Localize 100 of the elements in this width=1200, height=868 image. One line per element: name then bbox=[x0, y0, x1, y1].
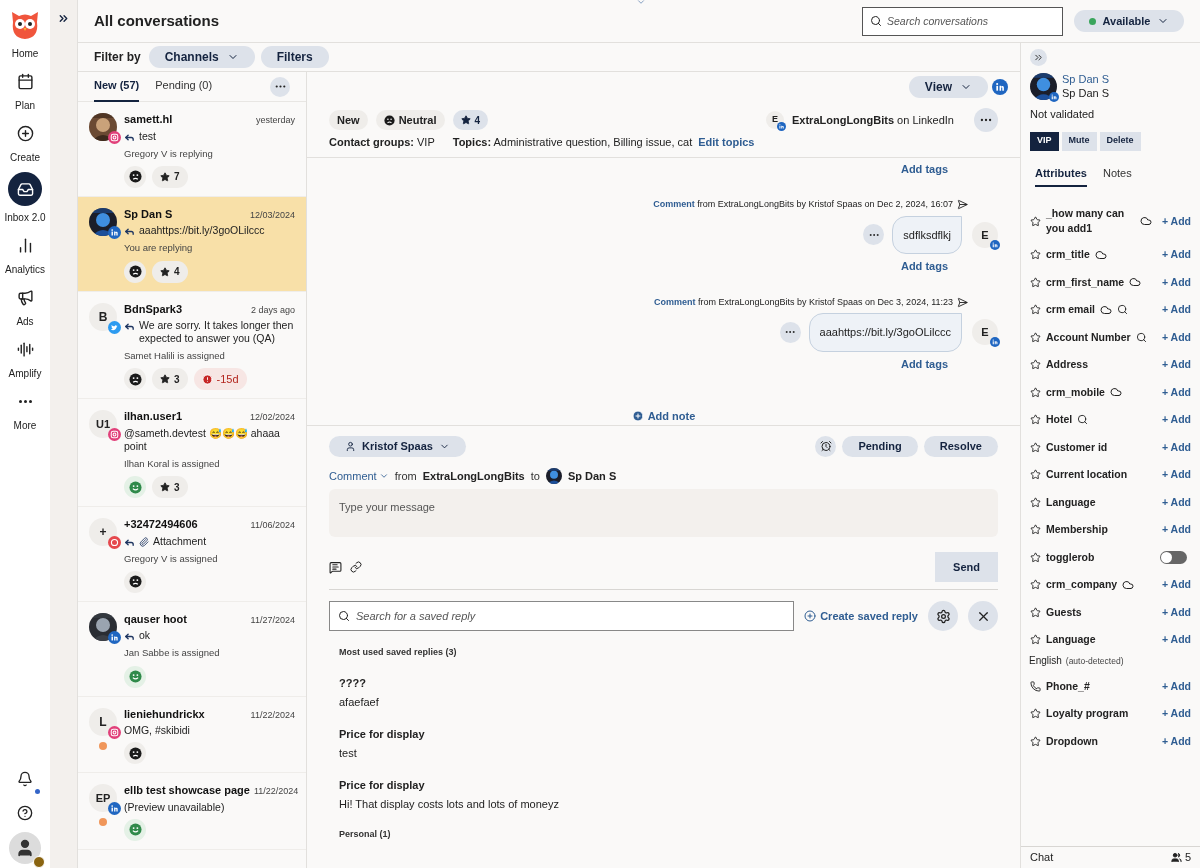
search-field[interactable]: Search conversations bbox=[862, 6, 1063, 36]
more-button[interactable] bbox=[779, 321, 801, 343]
add-attribute-button[interactable]: + Add bbox=[1161, 522, 1191, 538]
pending-button[interactable]: Pending bbox=[842, 435, 918, 457]
star-icon[interactable] bbox=[1030, 276, 1041, 288]
nav-item[interactable]: Home bbox=[0, 8, 50, 60]
filter-button[interactable]: Filters bbox=[260, 46, 329, 68]
nav-item[interactable]: More bbox=[0, 388, 50, 432]
panel-tab[interactable]: Notes bbox=[1102, 164, 1132, 187]
contact-name-link[interactable]: Sp Dan S bbox=[1062, 72, 1110, 86]
toggle-switch[interactable] bbox=[1160, 550, 1187, 564]
add-attribute-button[interactable]: + Add bbox=[1161, 247, 1191, 263]
network-badge-icon bbox=[990, 239, 1000, 250]
star-icon[interactable] bbox=[1030, 735, 1041, 747]
conversation-item[interactable]: EP ellb test showcase page 11/22/2024 (Preview unavailable) bbox=[78, 773, 306, 850]
settings-button[interactable] bbox=[928, 601, 958, 631]
add-attribute-button[interactable]: + Add bbox=[1161, 577, 1191, 593]
close-button[interactable] bbox=[968, 601, 998, 631]
star-icon[interactable] bbox=[1030, 386, 1041, 398]
conversation-item[interactable]: L lieniehundrickx 11/22/2024 OMG, #skibidi bbox=[78, 696, 306, 773]
saved-reply-item[interactable]: ???? afaefaef bbox=[339, 674, 988, 711]
star-icon bbox=[160, 374, 170, 385]
nav-item[interactable]: Analytics bbox=[0, 232, 50, 276]
panel-tab[interactable]: Attributes bbox=[1035, 164, 1087, 187]
conversation-item[interactable]: qauser hoot 11/27/2024 ok Jan Sabbe is assigned bbox=[78, 601, 306, 697]
nav-item[interactable]: Create bbox=[0, 120, 50, 164]
star-icon[interactable] bbox=[1030, 551, 1041, 563]
send-button[interactable]: Send bbox=[935, 552, 998, 582]
saved-reply-icon[interactable] bbox=[329, 560, 342, 574]
add-tags-link[interactable]: Add tags bbox=[900, 160, 948, 177]
add-attribute-button[interactable]: + Add bbox=[1161, 604, 1191, 620]
star-icon[interactable] bbox=[1030, 496, 1041, 508]
network-badge-icon bbox=[108, 802, 121, 815]
conversation-item[interactable]: + +32472494606 11/06/2024 Attachment Gregory V is assigned bbox=[78, 507, 306, 602]
star-icon[interactable] bbox=[1030, 414, 1041, 426]
create-saved-reply-link[interactable]: Create saved reply bbox=[804, 607, 918, 625]
star-icon[interactable] bbox=[1030, 359, 1041, 371]
star-icon[interactable] bbox=[1030, 606, 1041, 618]
to-label: to bbox=[530, 468, 540, 484]
add-attribute-button[interactable]: + Add bbox=[1161, 678, 1191, 694]
star-icon[interactable] bbox=[1030, 708, 1041, 720]
phone-icon bbox=[1030, 680, 1041, 692]
add-tags-link[interactable]: Add tags bbox=[900, 355, 948, 372]
contact-action-button[interactable]: VIP bbox=[1030, 131, 1059, 151]
star-icon[interactable] bbox=[1030, 441, 1041, 453]
list-tab[interactable]: New (57) bbox=[94, 72, 140, 102]
add-attribute-button[interactable]: + Add bbox=[1161, 467, 1191, 483]
more-button[interactable] bbox=[270, 76, 290, 97]
search-icon bbox=[870, 14, 882, 27]
star-icon[interactable] bbox=[1030, 634, 1041, 646]
conversation-item[interactable]: samett.hl yesterday test Gregory V is replying 7 bbox=[78, 102, 306, 197]
saved-reply-item[interactable]: Price for display test bbox=[339, 725, 988, 762]
add-attribute-button[interactable]: + Add bbox=[1161, 733, 1191, 749]
add-attribute-button[interactable]: + Add bbox=[1161, 357, 1191, 373]
contact-action-button[interactable]: Delete bbox=[1099, 131, 1141, 151]
star-icon[interactable] bbox=[1030, 304, 1041, 316]
add-attribute-button[interactable]: + Add bbox=[1161, 213, 1191, 229]
nav-item[interactable]: Ads bbox=[0, 284, 50, 328]
conversation-item[interactable]: Sp Dan S 12/03/2024 aaahttps://bit.ly/3goOLilccc You are replying 4 bbox=[78, 196, 306, 292]
add-attribute-button[interactable]: + Add bbox=[1161, 384, 1191, 400]
add-note-button[interactable]: Add note bbox=[631, 408, 696, 425]
message-input[interactable]: Type your message bbox=[329, 489, 998, 537]
add-attribute-button[interactable]: + Add bbox=[1161, 632, 1191, 648]
add-attribute-button[interactable]: + Add bbox=[1161, 706, 1191, 722]
add-attribute-button[interactable]: + Add bbox=[1161, 302, 1191, 318]
link-icon[interactable] bbox=[350, 561, 362, 573]
nav-item[interactable]: Inbox 2.0 bbox=[0, 172, 50, 224]
resolve-button[interactable]: Resolve bbox=[923, 435, 998, 457]
add-attribute-button[interactable]: + Add bbox=[1161, 329, 1191, 345]
nav-item[interactable]: Amplify bbox=[0, 336, 50, 380]
saved-reply-item[interactable]: Price for display Hi! That display costs lots and lots of moneyz bbox=[339, 776, 988, 813]
star-icon[interactable] bbox=[1030, 469, 1041, 481]
more-button[interactable] bbox=[863, 224, 885, 246]
star-icon[interactable] bbox=[1030, 215, 1041, 227]
network-badge-icon bbox=[108, 630, 121, 644]
view-button[interactable]: View bbox=[908, 76, 988, 98]
star-icon[interactable] bbox=[1030, 249, 1041, 261]
star-icon[interactable] bbox=[1030, 579, 1041, 591]
saved-reply-search-field[interactable]: Search for a saved reply bbox=[329, 601, 795, 631]
avatar-initials: U1 bbox=[89, 410, 117, 439]
contact-action-button[interactable]: Mute bbox=[1061, 131, 1097, 151]
add-attribute-button[interactable]: + Add bbox=[1161, 412, 1191, 428]
nav-item[interactable]: Plan bbox=[0, 68, 50, 112]
star-icon[interactable] bbox=[1030, 524, 1041, 536]
add-tags-link[interactable]: Add tags bbox=[900, 258, 948, 275]
conversation-item[interactable]: U1 ilhan.user1 12/02/2024 @sameth.devtest 😅😅😅 ahaaa point Ilhan Koral is assigned 3 bbox=[78, 399, 306, 507]
add-attribute-button[interactable]: + Add bbox=[1161, 274, 1191, 290]
assignee-button[interactable]: Kristof Spaas bbox=[329, 435, 466, 457]
snooze-button[interactable] bbox=[815, 435, 837, 457]
edit-topics-link[interactable]: Edit topics bbox=[698, 134, 755, 151]
availability-button[interactable]: Available bbox=[1074, 10, 1184, 32]
list-tab[interactable]: Pending (0) bbox=[155, 72, 213, 102]
add-attribute-button[interactable]: + Add bbox=[1161, 494, 1191, 510]
more-button[interactable] bbox=[974, 108, 998, 132]
message-type-dropdown[interactable]: Comment bbox=[329, 467, 389, 484]
add-attribute-button[interactable]: + Add bbox=[1161, 439, 1191, 455]
collapse-button[interactable] bbox=[1030, 49, 1047, 66]
filter-button[interactable]: Channels bbox=[148, 46, 255, 68]
conversation-item[interactable]: B BdnSpark3 2 days ago We are sorry. It takes longer then expected to answer you (QA) Samet Halili is assigned 3 -15d bbox=[78, 291, 306, 400]
star-icon[interactable] bbox=[1030, 331, 1041, 343]
